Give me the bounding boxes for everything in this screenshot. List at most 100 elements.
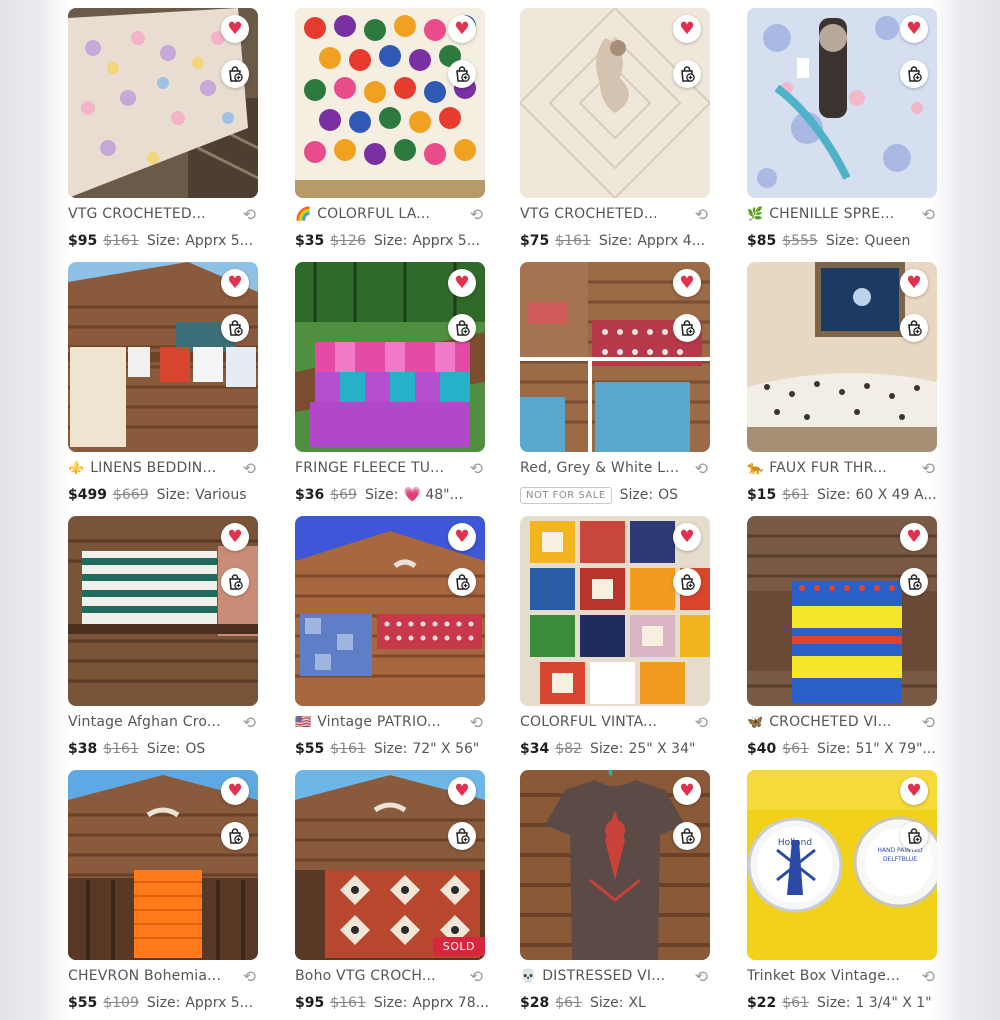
share-icon[interactable]: ⟲ <box>922 713 935 732</box>
like-button[interactable]: ♥ <box>221 269 249 297</box>
listing-card[interactable]: ♥ SOLD Boho VTG CROCH... ⟲ $95 $161 Size… <box>295 770 489 1020</box>
add-to-bundle-button[interactable] <box>448 60 476 88</box>
listing-photo[interactable]: ♥ <box>520 516 710 706</box>
listing-photo[interactable]: ♥ <box>520 8 710 198</box>
like-button[interactable]: ♥ <box>448 777 476 805</box>
listing-title-row[interactable]: Vintage Afghan Cro... ⟲ <box>68 712 258 732</box>
listing-photo[interactable]: ♥ <box>747 8 937 198</box>
listing-title-row[interactable]: FRINGE FLEECE TU... ⟲ <box>295 458 485 478</box>
like-button[interactable]: ♥ <box>900 777 928 805</box>
add-to-bundle-button[interactable] <box>900 60 928 88</box>
add-to-bundle-button[interactable] <box>673 314 701 342</box>
listing-original-price: $161 <box>330 741 366 757</box>
listing-card[interactable]: ♥ 🐆 FAUX FUR THR... ⟲ $15 $61 Size: 60 X… <box>747 262 937 512</box>
listing-photo[interactable]: ♥ <box>520 770 710 960</box>
listing-card[interactable]: ♥ Vintage Afghan Cro... ⟲ $38 $161 Size:… <box>68 516 258 766</box>
listing-card[interactable]: ♥ FRINGE FLEECE TU... ⟲ $36 $69 Size: 💗 … <box>295 262 485 512</box>
listing-card[interactable]: ♥ ⚜️ LINENS BEDDIN... ⟲ $499 $669 Size: … <box>68 262 258 512</box>
listing-title-row[interactable]: 🇺🇸 Vintage PATRIO... ⟲ <box>295 712 485 732</box>
title-emoji: 🇺🇸 <box>295 714 312 730</box>
listing-photo[interactable]: ♥ <box>295 8 485 198</box>
like-button[interactable]: ♥ <box>448 523 476 551</box>
like-button[interactable]: ♥ <box>221 523 249 551</box>
add-to-bundle-button[interactable] <box>900 314 928 342</box>
listing-card[interactable]: ♥ Red, Grey & White L... ⟲ NOT FOR SALE … <box>520 262 710 512</box>
listing-card[interactable]: ♥ CHEVRON Bohemia... ⟲ $55 $109 Size: Ap… <box>68 770 258 1020</box>
add-to-bundle-button[interactable] <box>673 822 701 850</box>
like-button[interactable]: ♥ <box>673 269 701 297</box>
listing-photo[interactable]: ♥ <box>68 770 258 960</box>
listing-card[interactable]: ♥ 🌿 CHENILLE SPRE... ⟲ $85 $555 Size: Qu… <box>747 8 937 258</box>
like-button[interactable]: ♥ <box>673 15 701 43</box>
share-icon[interactable]: ⟲ <box>243 967 256 986</box>
listing-title-row[interactable]: 🌈 COLORFUL LA... ⟲ <box>295 204 485 224</box>
share-icon[interactable]: ⟲ <box>470 967 483 986</box>
like-button[interactable]: ♥ <box>673 523 701 551</box>
add-to-bundle-button[interactable] <box>221 314 249 342</box>
listing-card[interactable]: ♥ VTG CROCHETED... ⟲ $75 $161 Size: Appr… <box>520 8 710 258</box>
listing-title-row[interactable]: ⚜️ LINENS BEDDIN... ⟲ <box>68 458 258 478</box>
listing-title-row[interactable]: 🦋 CROCHETED VI... ⟲ <box>747 712 937 732</box>
add-to-bundle-button[interactable] <box>221 60 249 88</box>
like-button[interactable]: ♥ <box>448 15 476 43</box>
listing-photo[interactable]: ♥ <box>68 8 258 198</box>
listing-title-row[interactable]: 🐆 FAUX FUR THR... ⟲ <box>747 458 937 478</box>
listing-title-row[interactable]: Trinket Box Vintage... ⟲ <box>747 966 937 986</box>
like-button[interactable]: ♥ <box>673 777 701 805</box>
heart-icon: ♥ <box>227 527 243 547</box>
add-to-bundle-button[interactable] <box>448 822 476 850</box>
share-icon[interactable]: ⟲ <box>470 459 483 478</box>
listing-photo[interactable]: Holland HAND PAINTED DELFTBLUE ♥ <box>747 770 937 960</box>
listing-title-row[interactable]: 💀 DISTRESSED VI... ⟲ <box>520 966 710 986</box>
add-to-bundle-button[interactable] <box>673 568 701 596</box>
listing-title-row[interactable]: VTG CROCHETED... ⟲ <box>68 204 258 224</box>
listing-title-row[interactable]: CHEVRON Bohemia... ⟲ <box>68 966 258 986</box>
listing-photo[interactable]: ♥ <box>295 516 485 706</box>
like-button[interactable]: ♥ <box>221 777 249 805</box>
share-icon[interactable]: ⟲ <box>695 459 708 478</box>
share-icon[interactable]: ⟲ <box>243 459 256 478</box>
listing-title-row[interactable]: 🌿 CHENILLE SPRE... ⟲ <box>747 204 937 224</box>
listing-price: $55 <box>295 741 325 757</box>
listing-card[interactable]: ♥ 🦋 CROCHETED VI... ⟲ $40 $61 Size: 51" … <box>747 516 937 766</box>
like-button[interactable]: ♥ <box>900 269 928 297</box>
listing-card[interactable]: ♥ VTG CROCHETED... ⟲ $95 $161 Size: Appr… <box>68 8 258 258</box>
listing-photo[interactable]: ♥ <box>68 516 258 706</box>
listing-title-row[interactable]: Boho VTG CROCH... ⟲ <box>295 966 485 986</box>
listing-card[interactable]: ♥ COLORFUL VINTA... ⟲ $34 $82 Size: 25" … <box>520 516 710 766</box>
share-icon[interactable]: ⟲ <box>470 205 483 224</box>
share-icon[interactable]: ⟲ <box>470 713 483 732</box>
like-button[interactable]: ♥ <box>448 269 476 297</box>
listing-card[interactable]: ♥ 🇺🇸 Vintage PATRIO... ⟲ $55 $161 Size: … <box>295 516 485 766</box>
listing-photo[interactable]: ♥ <box>520 262 710 452</box>
listing-photo[interactable]: ♥ <box>747 262 937 452</box>
add-to-bundle-button[interactable] <box>900 568 928 596</box>
share-icon[interactable]: ⟲ <box>695 205 708 224</box>
share-icon[interactable]: ⟲ <box>695 713 708 732</box>
listing-photo[interactable]: ♥ <box>295 262 485 452</box>
like-button[interactable]: ♥ <box>900 15 928 43</box>
listing-title-row[interactable]: Red, Grey & White L... ⟲ <box>520 458 710 478</box>
listing-card[interactable]: Holland HAND PAINTED DELFTBLUE ♥ Trinket… <box>747 770 937 1020</box>
listing-title-row[interactable]: VTG CROCHETED... ⟲ <box>520 204 710 224</box>
listing-card[interactable]: ♥ 💀 DISTRESSED VI... ⟲ $28 $61 Size: XL <box>520 770 710 1020</box>
listing-photo[interactable]: ♥ SOLD <box>295 770 485 960</box>
add-to-bundle-button[interactable] <box>221 568 249 596</box>
share-icon[interactable]: ⟲ <box>243 713 256 732</box>
listing-title-row[interactable]: COLORFUL VINTA... ⟲ <box>520 712 710 732</box>
add-to-bundle-button[interactable] <box>221 822 249 850</box>
share-icon[interactable]: ⟲ <box>922 205 935 224</box>
listing-photo[interactable]: ♥ <box>68 262 258 452</box>
like-button[interactable]: ♥ <box>900 523 928 551</box>
add-to-bundle-button[interactable] <box>673 60 701 88</box>
add-to-bundle-button[interactable] <box>448 314 476 342</box>
like-button[interactable]: ♥ <box>221 15 249 43</box>
add-to-bundle-button[interactable] <box>900 822 928 850</box>
add-to-bundle-button[interactable] <box>448 568 476 596</box>
share-icon[interactable]: ⟲ <box>922 967 935 986</box>
listing-card[interactable]: ♥ 🌈 COLORFUL LA... ⟲ $35 $126 Size: Appr… <box>295 8 485 258</box>
listing-photo[interactable]: ♥ <box>747 516 937 706</box>
share-icon[interactable]: ⟲ <box>243 205 256 224</box>
share-icon[interactable]: ⟲ <box>695 967 708 986</box>
share-icon[interactable]: ⟲ <box>922 459 935 478</box>
